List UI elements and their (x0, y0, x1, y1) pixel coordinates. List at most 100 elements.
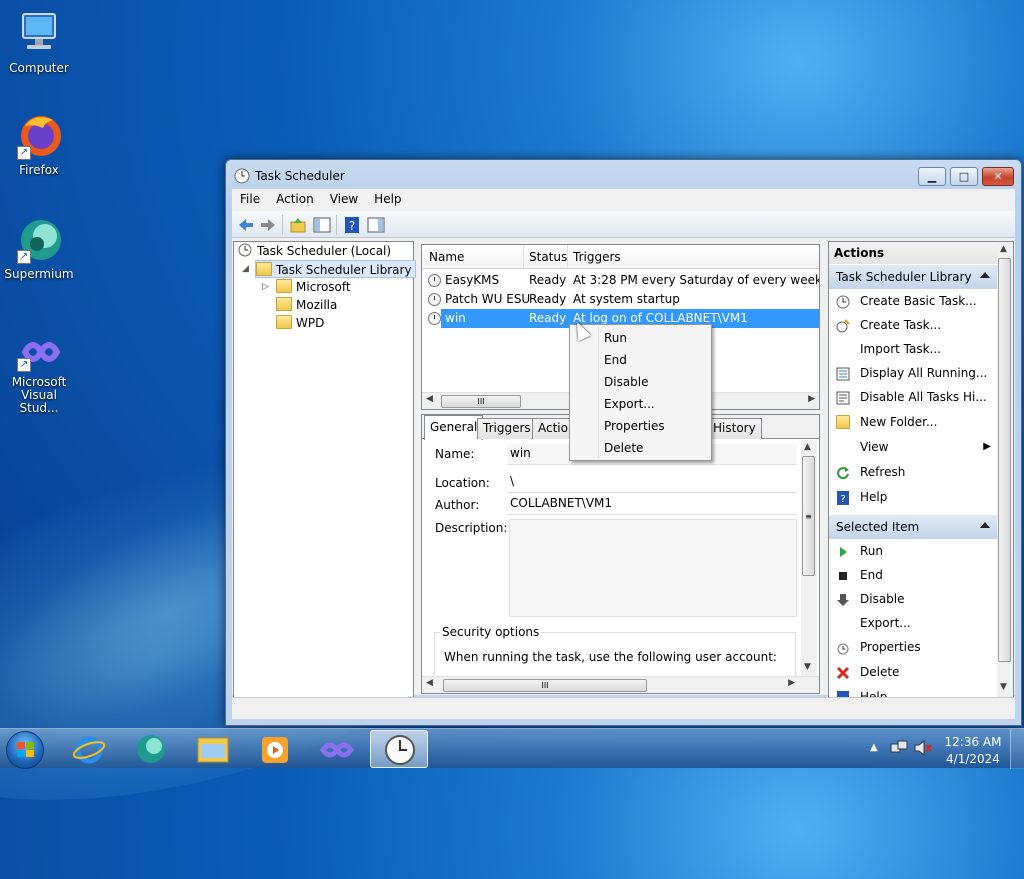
details-vertical-scrollbar[interactable]: ▲ ≡ ▼ (801, 440, 817, 676)
taskbar-file-explorer[interactable] (184, 730, 242, 768)
scroll-thumb[interactable]: III (443, 679, 647, 692)
action-run[interactable]: Run (829, 540, 997, 562)
taskbar-internet-explorer[interactable] (60, 730, 118, 768)
collapse-section-icon[interactable] (980, 272, 990, 278)
menu-view[interactable]: View (322, 189, 366, 206)
taskbar-visual-studio[interactable] (308, 730, 366, 768)
scroll-up-icon[interactable]: ▲ (1000, 244, 1007, 254)
scroll-right-icon[interactable]: ▶ (788, 678, 795, 688)
section-label: Selected Item (836, 520, 920, 534)
network-icon[interactable] (890, 740, 908, 756)
scroll-up-icon[interactable]: ▲ (804, 442, 811, 452)
tab-triggers[interactable]: Triggers (477, 418, 537, 439)
forward-arrow-icon[interactable] (258, 215, 278, 235)
scroll-down-icon[interactable]: ▼ (804, 662, 811, 672)
back-arrow-icon[interactable] (236, 215, 256, 235)
actions-pane: Actions Task Scheduler Library Create Ba… (828, 241, 1014, 698)
scroll-down-icon[interactable]: ▼ (1000, 682, 1007, 692)
action-display-all-running[interactable]: Display All Running... (829, 362, 997, 384)
action-properties[interactable]: Properties (829, 636, 997, 658)
show-desktop-button[interactable] (1010, 729, 1024, 769)
description-field[interactable] (509, 519, 797, 617)
task-scheduler-clock-icon (385, 735, 415, 765)
tree-node-root[interactable]: Task Scheduler (Local) (237, 242, 391, 260)
action-disable[interactable]: Disable (829, 588, 997, 610)
action-delete[interactable]: Delete (829, 661, 997, 683)
help-icon[interactable]: ? (342, 215, 362, 235)
show-hidden-icons-button[interactable]: ▲ (870, 742, 878, 753)
tree-node-microsoft[interactable]: Microsoft (276, 278, 351, 296)
actions-section-library[interactable]: Task Scheduler Library (829, 265, 997, 289)
scroll-thumb[interactable] (998, 258, 1011, 662)
action-view[interactable]: View ▶ (829, 436, 997, 458)
show-hide-action-pane-icon[interactable] (366, 215, 386, 235)
tree-node-mozilla[interactable]: Mozilla (276, 296, 337, 314)
up-folder-icon[interactable] (288, 215, 308, 235)
expand-arrow-icon[interactable]: ▷ (262, 282, 269, 292)
desktop-icon-label: Microsoft Visual Stud... (11, 375, 67, 415)
action-export[interactable]: Export... (829, 612, 997, 634)
context-menu-properties[interactable]: Properties (604, 419, 665, 433)
action-import-task[interactable]: Import Task... (829, 338, 997, 360)
context-menu-disable[interactable]: Disable (604, 375, 649, 389)
folder-icon (276, 279, 292, 293)
tab-general[interactable]: General (424, 415, 484, 440)
minimize-button[interactable]: ▁ (918, 167, 946, 186)
scroll-left-icon[interactable]: ◀ (426, 394, 433, 404)
task-clock-icon (428, 293, 441, 306)
actions-section-selected-item[interactable]: Selected Item (829, 515, 997, 539)
column-triggers[interactable]: Triggers (573, 250, 621, 264)
show-hide-console-tree-icon[interactable] (312, 215, 332, 235)
desktop-icon-computer[interactable]: Computer (0, 10, 78, 75)
tab-history[interactable]: History (707, 418, 762, 439)
context-menu-end[interactable]: End (604, 353, 627, 367)
column-status[interactable]: Status (529, 250, 567, 264)
internet-explorer-icon (72, 736, 106, 764)
taskbar-supermium[interactable] (122, 730, 180, 768)
scroll-right-icon[interactable]: ▶ (808, 394, 815, 404)
task-row[interactable]: Patch WU ESU Ready At system startup (422, 290, 819, 309)
action-create-basic-task[interactable]: Create Basic Task... (829, 290, 997, 312)
context-menu-run[interactable]: Run (604, 331, 627, 345)
task-row[interactable]: EasyKMS Ready At 3:28 PM every Saturday … (422, 271, 819, 290)
action-help[interactable]: ? Help (829, 486, 997, 508)
volume-muted-icon[interactable] (914, 739, 932, 757)
scroll-thumb[interactable]: III (441, 395, 521, 408)
task-status: Ready (529, 311, 567, 325)
menu-help[interactable]: Help (366, 189, 409, 206)
action-create-task[interactable]: Create Task... (829, 314, 997, 336)
taskbar-task-scheduler[interactable] (370, 730, 428, 768)
menu-file[interactable]: File (232, 189, 268, 206)
system-clock[interactable]: 12:36 AM 4/1/2024 (942, 734, 1004, 768)
details-horizontal-scrollbar[interactable]: ◀ III ▶ (422, 676, 819, 693)
action-new-folder[interactable]: New Folder... (829, 411, 997, 433)
desktop-icon-supermium[interactable]: ↗ Supermium (0, 216, 78, 281)
author-field[interactable]: COLLABNET\VM1 (507, 494, 797, 515)
tree-node-library[interactable]: Task Scheduler Library (255, 260, 416, 278)
start-button[interactable] (6, 731, 44, 769)
desktop-icon-firefox[interactable]: ↗ Firefox (0, 112, 78, 177)
tree-node-wpd[interactable]: WPD (276, 314, 324, 332)
location-field[interactable]: \ (507, 472, 797, 493)
context-menu-delete[interactable]: Delete (604, 441, 643, 455)
desktop-icon-visual-studio[interactable]: ↗ Microsoft Visual Stud... (0, 332, 78, 415)
tree-node-label: Microsoft (296, 280, 351, 294)
column-name[interactable]: Name (429, 250, 464, 264)
scroll-left-icon[interactable]: ◀ (426, 678, 433, 688)
scroll-thumb[interactable]: ≡ (802, 456, 815, 576)
collapse-arrow-icon[interactable]: ◢ (242, 264, 249, 274)
title-bar[interactable]: Task Scheduler ▁ □ ✕ (226, 160, 1021, 190)
task-context-menu: Run End Disable Export... Properties Del… (569, 324, 712, 461)
toolbar-separator (282, 215, 283, 235)
taskbar-media-player[interactable] (246, 730, 304, 768)
action-disable-all-tasks-history[interactable]: Disable All Tasks Hi... (829, 386, 997, 408)
action-refresh[interactable]: Refresh (829, 461, 997, 483)
maximize-button[interactable]: □ (950, 167, 978, 186)
task-name: Patch WU ESU (445, 292, 531, 306)
collapse-section-icon[interactable] (980, 522, 990, 528)
close-button[interactable]: ✕ (982, 167, 1014, 186)
context-menu-export[interactable]: Export... (604, 397, 655, 411)
actions-vertical-scrollbar[interactable]: ▲ ▼ (997, 242, 1013, 697)
action-end[interactable]: End (829, 564, 997, 586)
menu-action[interactable]: Action (268, 189, 322, 206)
